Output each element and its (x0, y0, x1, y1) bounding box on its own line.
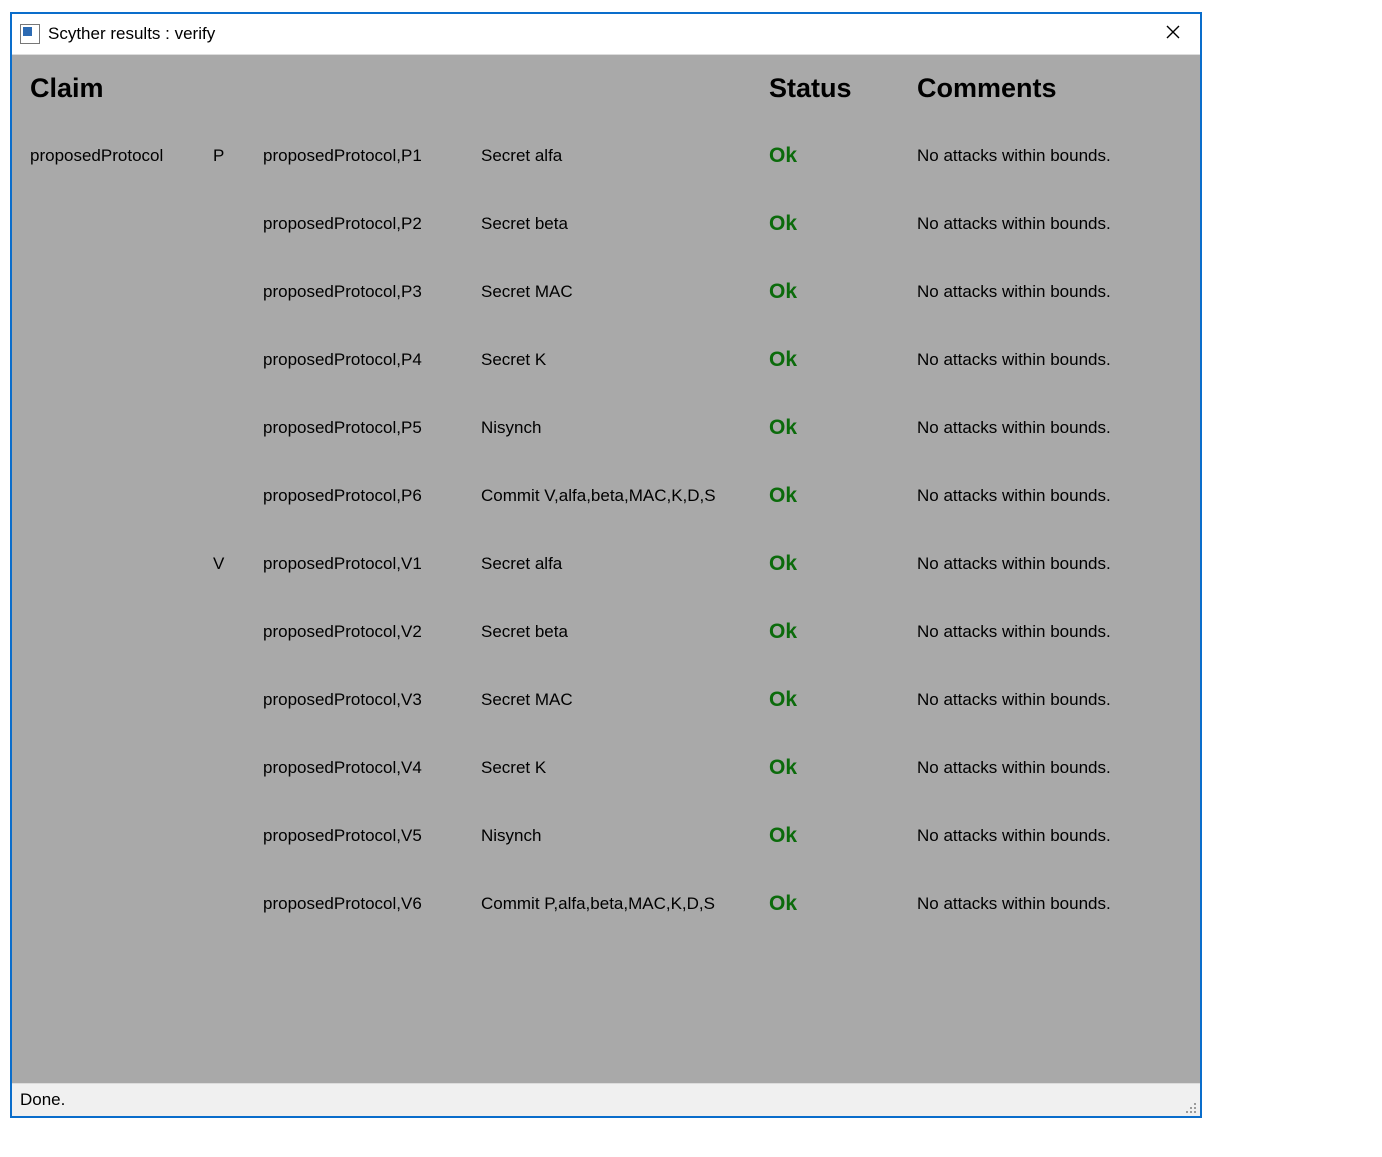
protocol-cell (30, 746, 205, 790)
protocol-cell (30, 474, 205, 518)
comment-cell: No attacks within bounds. (917, 192, 1182, 256)
claim-desc-cell: Secret beta (481, 192, 761, 256)
role-cell (213, 406, 255, 450)
claim-id-cell: proposedProtocol,P5 (263, 396, 473, 460)
claim-id-cell: proposedProtocol,V3 (263, 668, 473, 732)
resize-grip[interactable] (1182, 1099, 1196, 1113)
window-frame: Scyther results : verify Claim Status Co… (10, 12, 1202, 1118)
role-cell (213, 814, 255, 858)
app-icon (20, 24, 40, 44)
role-cell (213, 746, 255, 790)
status-cell: Ok (769, 258, 909, 326)
header-comments: Comments (917, 73, 1182, 122)
close-icon (1165, 24, 1181, 45)
claim-id-cell: proposedProtocol,V4 (263, 736, 473, 800)
comment-cell: No attacks within bounds. (917, 872, 1182, 936)
status-cell: Ok (769, 394, 909, 462)
role-cell (213, 474, 255, 518)
results-panel: Claim Status Comments proposedProtocolPp… (12, 55, 1200, 1083)
close-button[interactable] (1150, 18, 1196, 50)
status-cell: Ok (769, 190, 909, 258)
role-cell (213, 610, 255, 654)
role-cell: V (213, 532, 255, 596)
status-cell: Ok (769, 734, 909, 802)
claim-desc-cell: Nisynch (481, 396, 761, 460)
claim-desc-cell: Secret alfa (481, 124, 761, 188)
claim-id-cell: proposedProtocol,P1 (263, 124, 473, 188)
protocol-cell (30, 882, 205, 926)
comment-cell: No attacks within bounds. (917, 668, 1182, 732)
claim-desc-cell: Commit P,alfa,beta,MAC,K,D,S (481, 872, 761, 936)
claim-id-cell: proposedProtocol,V6 (263, 872, 473, 936)
claim-desc-cell: Nisynch (481, 804, 761, 868)
status-cell: Ok (769, 666, 909, 734)
protocol-cell (30, 542, 205, 586)
results-grid: Claim Status Comments proposedProtocolPp… (30, 73, 1182, 938)
claim-desc-cell: Secret beta (481, 600, 761, 664)
status-cell: Ok (769, 122, 909, 190)
status-text: Done. (20, 1090, 65, 1110)
protocol-cell (30, 338, 205, 382)
comment-cell: No attacks within bounds. (917, 396, 1182, 460)
role-cell (213, 678, 255, 722)
claim-id-cell: proposedProtocol,V5 (263, 804, 473, 868)
role-cell: P (213, 124, 255, 188)
claim-desc-cell: Secret K (481, 328, 761, 392)
claim-id-cell: proposedProtocol,P6 (263, 464, 473, 528)
status-cell: Ok (769, 530, 909, 598)
comment-cell: No attacks within bounds. (917, 736, 1182, 800)
role-cell (213, 270, 255, 314)
status-cell: Ok (769, 870, 909, 938)
claim-id-cell: proposedProtocol,P2 (263, 192, 473, 256)
header-claim: Claim (30, 73, 761, 122)
protocol-cell: proposedProtocol (30, 124, 205, 188)
protocol-cell (30, 814, 205, 858)
claim-id-cell: proposedProtocol,P4 (263, 328, 473, 392)
comment-cell: No attacks within bounds. (917, 260, 1182, 324)
claim-desc-cell: Secret MAC (481, 668, 761, 732)
protocol-cell (30, 610, 205, 654)
title-bar: Scyther results : verify (12, 14, 1200, 55)
claim-desc-cell: Secret MAC (481, 260, 761, 324)
claim-desc-cell: Commit V,alfa,beta,MAC,K,D,S (481, 464, 761, 528)
protocol-cell (30, 406, 205, 450)
status-cell: Ok (769, 326, 909, 394)
window-title: Scyther results : verify (48, 24, 215, 44)
header-status: Status (769, 73, 909, 122)
claim-desc-cell: Secret alfa (481, 532, 761, 596)
role-cell (213, 338, 255, 382)
status-cell: Ok (769, 462, 909, 530)
status-bar: Done. (12, 1083, 1200, 1116)
comment-cell: No attacks within bounds. (917, 124, 1182, 188)
comment-cell: No attacks within bounds. (917, 532, 1182, 596)
claim-id-cell: proposedProtocol,P3 (263, 260, 473, 324)
status-cell: Ok (769, 598, 909, 666)
comment-cell: No attacks within bounds. (917, 600, 1182, 664)
comment-cell: No attacks within bounds. (917, 464, 1182, 528)
claim-id-cell: proposedProtocol,V1 (263, 532, 473, 596)
status-cell: Ok (769, 802, 909, 870)
protocol-cell (30, 678, 205, 722)
role-cell (213, 882, 255, 926)
claim-id-cell: proposedProtocol,V2 (263, 600, 473, 664)
protocol-cell (30, 202, 205, 246)
role-cell (213, 202, 255, 246)
protocol-cell (30, 270, 205, 314)
comment-cell: No attacks within bounds. (917, 804, 1182, 868)
comment-cell: No attacks within bounds. (917, 328, 1182, 392)
claim-desc-cell: Secret K (481, 736, 761, 800)
